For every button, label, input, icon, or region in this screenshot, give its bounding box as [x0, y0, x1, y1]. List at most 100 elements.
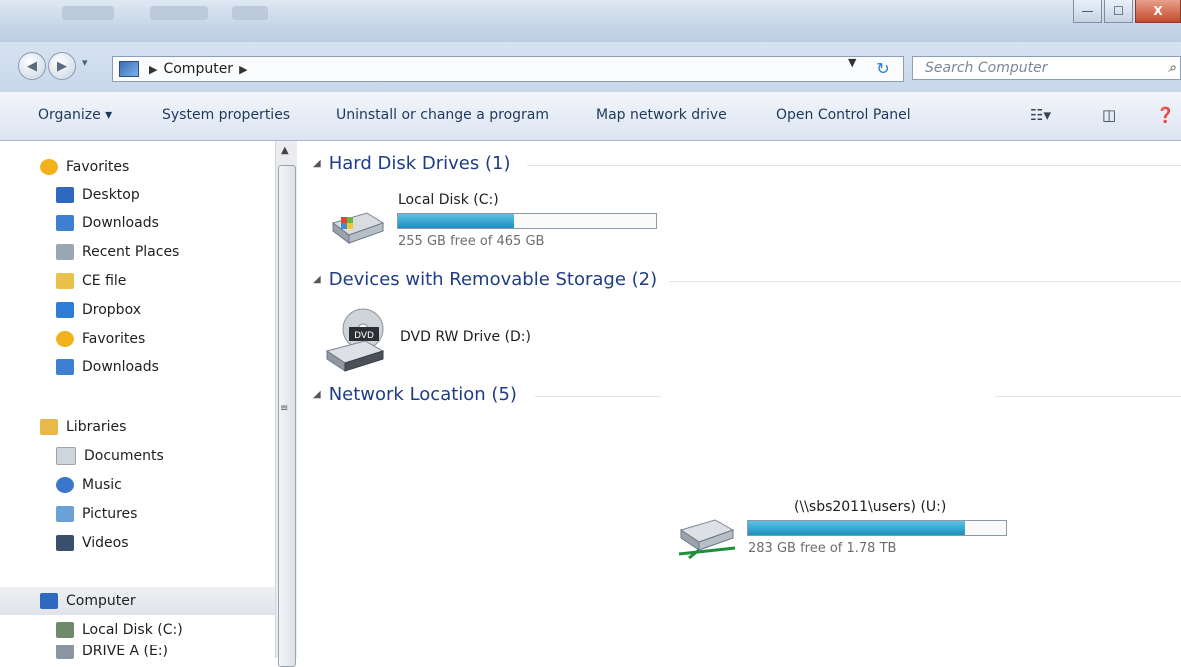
back-button[interactable]: ◀ — [18, 52, 46, 80]
change-view-icon[interactable]: ☷▾ — [1030, 106, 1051, 124]
group-divider — [527, 165, 1181, 166]
breadcrumb-separator-icon[interactable]: ▶ — [149, 63, 157, 76]
sidebar-item-label: Recent Places — [82, 244, 180, 260]
local-disk-usage-bar — [397, 213, 657, 229]
address-dropdown-icon[interactable]: ▼ — [848, 56, 856, 69]
command-bar: Organize ▾ System properties Uninstall o… — [0, 92, 1181, 141]
usage-bar-fill — [748, 521, 965, 535]
sidebar-item-local-disk[interactable]: Local Disk (C:) — [56, 616, 183, 644]
search-placeholder: Search Computer — [925, 60, 1048, 76]
sidebar-item-label: Computer — [66, 593, 136, 609]
local-disk-icon — [56, 622, 74, 638]
sidebar-item-libraries[interactable]: Libraries — [40, 413, 126, 441]
address-input[interactable]: ▶ Computer ▶ — [112, 56, 904, 82]
title-blur — [62, 6, 114, 20]
close-button[interactable]: X — [1135, 0, 1181, 23]
system-properties-button[interactable]: System properties — [162, 107, 290, 123]
address-bar: ◀ ▶ ▾ ▶ Computer ▶ ▼ ↻ Search Computer ⌕ — [0, 42, 1181, 92]
sidebar-item-label: Local Disk (C:) — [82, 622, 183, 638]
sidebar-item-drive-a[interactable]: DRIVE A (E:) — [56, 645, 168, 659]
group-title: Network Location (5) — [328, 384, 517, 405]
sidebar-item-pictures[interactable]: Pictures — [56, 500, 137, 528]
help-icon[interactable]: ❓ — [1156, 106, 1175, 124]
refresh-button[interactable]: ↻ — [868, 56, 898, 80]
title-blur — [150, 6, 208, 20]
hard-disk-icon — [331, 212, 385, 244]
sidebar-item-label: Music — [82, 477, 122, 493]
sidebar-item-recent-places[interactable]: Recent Places — [56, 238, 179, 266]
sidebar-item-documents[interactable]: Documents — [56, 442, 164, 470]
organize-menu[interactable]: Organize ▾ — [38, 107, 112, 123]
downloads-folder-icon — [56, 359, 74, 375]
dvd-drive-icon: DVD — [325, 308, 385, 372]
forward-button[interactable]: ▶ — [48, 52, 76, 80]
group-title: Hard Disk Drives (1) — [328, 153, 511, 174]
group-divider — [669, 281, 1181, 282]
breadcrumb-separator-icon[interactable]: ▶ — [239, 63, 247, 76]
group-header-removable[interactable]: ◢ Devices with Removable Storage (2) — [313, 269, 657, 290]
search-icon[interactable]: ⌕ — [1168, 60, 1176, 76]
scrollbar-thumb[interactable] — [278, 165, 296, 667]
network-drive-icon — [678, 519, 736, 560]
sidebar-item-desktop[interactable]: Desktop — [56, 181, 140, 209]
group-header-network[interactable]: ◢ Network Location (5) — [313, 384, 517, 405]
collapse-triangle-icon[interactable]: ◢ — [313, 389, 321, 400]
map-network-drive-button[interactable]: Map network drive — [596, 107, 727, 123]
downloads-folder-icon — [56, 215, 74, 231]
group-divider — [535, 396, 661, 397]
title-blur — [232, 6, 268, 20]
sidebar-scrollbar[interactable]: ▲ ≡ — [275, 141, 298, 667]
sidebar-item-downloads-2[interactable]: Downloads — [56, 353, 159, 381]
sidebar-item-label: CE file — [82, 273, 127, 289]
recent-places-icon — [56, 244, 74, 260]
refresh-icon: ↻ — [876, 58, 890, 78]
title-bar: — ☐ X — [0, 0, 1181, 42]
sidebar-item-downloads[interactable]: Downloads — [56, 209, 159, 237]
preview-pane-icon[interactable]: ◫ — [1102, 106, 1116, 124]
scroll-grip-icon: ≡ — [280, 403, 289, 414]
drive-name: Local Disk (C:) — [398, 192, 499, 208]
sidebar-item-label: Downloads — [82, 359, 159, 375]
maximize-button[interactable]: ☐ — [1104, 0, 1133, 23]
group-header-hard-disks[interactable]: ◢ Hard Disk Drives (1) — [313, 153, 510, 174]
sidebar-item-videos[interactable]: Videos — [56, 529, 129, 557]
sidebar-item-label: Downloads — [82, 215, 159, 231]
minimize-button[interactable]: — — [1073, 0, 1102, 23]
star-icon — [40, 159, 58, 175]
window-controls: — ☐ X — [1071, 0, 1181, 26]
computer-icon — [119, 61, 139, 77]
sidebar-item-favorites-folder[interactable]: Favorites — [56, 325, 145, 353]
collapse-triangle-icon[interactable]: ◢ — [313, 158, 321, 169]
sidebar-item-computer[interactable]: Computer — [0, 587, 275, 615]
open-control-panel-button[interactable]: Open Control Panel — [776, 107, 911, 123]
recent-pages-dropdown-icon[interactable]: ▾ — [82, 56, 88, 69]
usage-bar-fill — [398, 214, 515, 228]
search-input[interactable]: Search Computer ⌕ — [912, 56, 1181, 80]
music-icon — [56, 477, 74, 493]
sidebar-item-label: Favorites — [82, 331, 146, 347]
uninstall-program-button[interactable]: Uninstall or change a program — [336, 107, 549, 123]
sidebar-item-favorites[interactable]: Favorites — [40, 153, 129, 181]
breadcrumb-computer[interactable]: Computer — [163, 61, 233, 77]
sidebar-item-label: Libraries — [66, 419, 127, 435]
scroll-up-arrow-icon[interactable]: ▲ — [281, 145, 289, 156]
desktop-icon — [56, 187, 74, 203]
content-pane: ◢ Hard Disk Drives (1) Local Disk (C:) 2… — [297, 141, 1181, 658]
sidebar-item-music[interactable]: Music — [56, 471, 122, 499]
dvd-badge: DVD — [354, 331, 374, 341]
group-title: Devices with Removable Storage (2) — [328, 269, 658, 290]
drive-free-space: 255 GB free of 465 GB — [398, 234, 545, 249]
sidebar-item-dropbox[interactable]: Dropbox — [56, 296, 141, 324]
pictures-icon — [56, 506, 74, 522]
collapse-triangle-icon[interactable]: ◢ — [313, 274, 321, 285]
drive-free-space: 283 GB free of 1.78 TB — [748, 541, 897, 556]
sidebar-item-label: Desktop — [82, 187, 140, 203]
forward-arrow-icon: ▶ — [57, 58, 67, 74]
drive-icon — [56, 645, 74, 659]
drive-name: DVD RW Drive (D:) — [400, 329, 531, 345]
sidebar-item-label: DRIVE A (E:) — [82, 645, 169, 659]
sidebar-item-ce-file[interactable]: CE file — [56, 267, 126, 295]
sidebar-item-label: Videos — [82, 535, 129, 551]
folder-icon — [56, 273, 74, 289]
dropbox-icon — [56, 302, 74, 318]
